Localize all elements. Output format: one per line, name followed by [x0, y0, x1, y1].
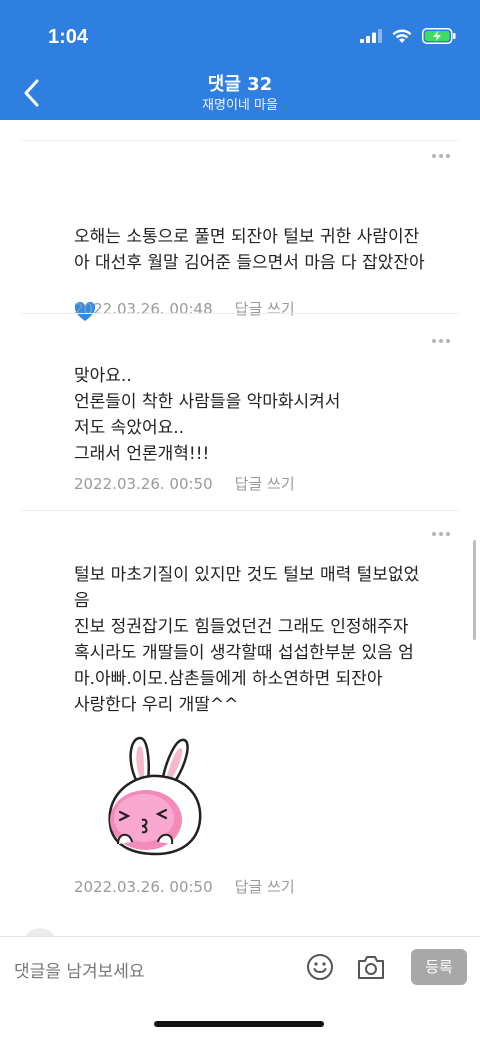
- top-bar: 1:04 댓글 32 재명이네 마을: [0, 0, 480, 120]
- comment-meta: 2022.03.26. 00:50 답글 쓰기: [74, 876, 295, 897]
- wifi-icon: [392, 28, 412, 43]
- signal-icon: [360, 29, 382, 43]
- status-time: 1:04: [48, 26, 89, 48]
- comment-date: 2022.03.26. 00:50: [74, 878, 213, 896]
- more-dots-icon[interactable]: [432, 532, 454, 538]
- home-indicator: [154, 1021, 324, 1027]
- comment-item: 맞아요.. 언론들이 착한 사람들을 악마화시켜서 저도 속았어요.. 그래서 …: [22, 313, 458, 513]
- comment-date: 2022.03.26. 00:50: [74, 475, 213, 493]
- more-dots-icon[interactable]: [432, 154, 454, 160]
- previous-comment-meta: 2022.03.26. 00:48: [72, 120, 211, 126]
- comment-list[interactable]: 2022.03.26. 00:48 오해는 소통으로 풀면 되잔아 털보 귀한 …: [0, 120, 480, 936]
- comment-item: 오해는 소통으로 풀면 되잔아 털보 귀한 사람이잔 아 대선후 월말 김어준 …: [22, 140, 458, 321]
- comment-input[interactable]: 댓글을 남겨보세요: [14, 957, 145, 982]
- scrollbar[interactable]: [473, 540, 476, 640]
- comment-item: 털보 마초기질이 있지만 것도 털보 매력 털보없었 음 진보 정권잡기도 힘들…: [22, 510, 458, 910]
- page-subtitle: 재명이네 마을: [202, 98, 278, 113]
- battery-charging-icon: [422, 28, 456, 44]
- page-title: 댓글 32: [207, 74, 273, 95]
- divider: [22, 510, 458, 511]
- divider: [22, 140, 458, 141]
- smile-icon[interactable]: [306, 953, 334, 981]
- comment-input-bar: 댓글을 남겨보세요 등록: [0, 936, 480, 1038]
- bunny-sticker-icon: [108, 736, 202, 856]
- submit-button[interactable]: 등록: [411, 949, 467, 985]
- divider: [22, 313, 458, 314]
- reply-link[interactable]: 답글 쓰기: [235, 878, 295, 896]
- reply-link[interactable]: 답글 쓰기: [235, 475, 295, 493]
- comment-text: 맞아요.. 언론들이 착한 사람들을 악마화시켜서 저도 속았어요.. 그래서 …: [74, 366, 341, 464]
- status-bar: 1:04: [0, 0, 480, 72]
- comment-text: 털보 마초기질이 있지만 것도 털보 매력 털보없었 음 진보 정권잡기도 힘들…: [74, 565, 420, 715]
- avatar: [22, 928, 58, 936]
- camera-icon[interactable]: [356, 953, 386, 981]
- more-dots-icon[interactable]: [432, 339, 454, 345]
- comment-meta: 2022.03.26. 00:50 답글 쓰기: [74, 473, 295, 494]
- status-icons: [360, 28, 456, 44]
